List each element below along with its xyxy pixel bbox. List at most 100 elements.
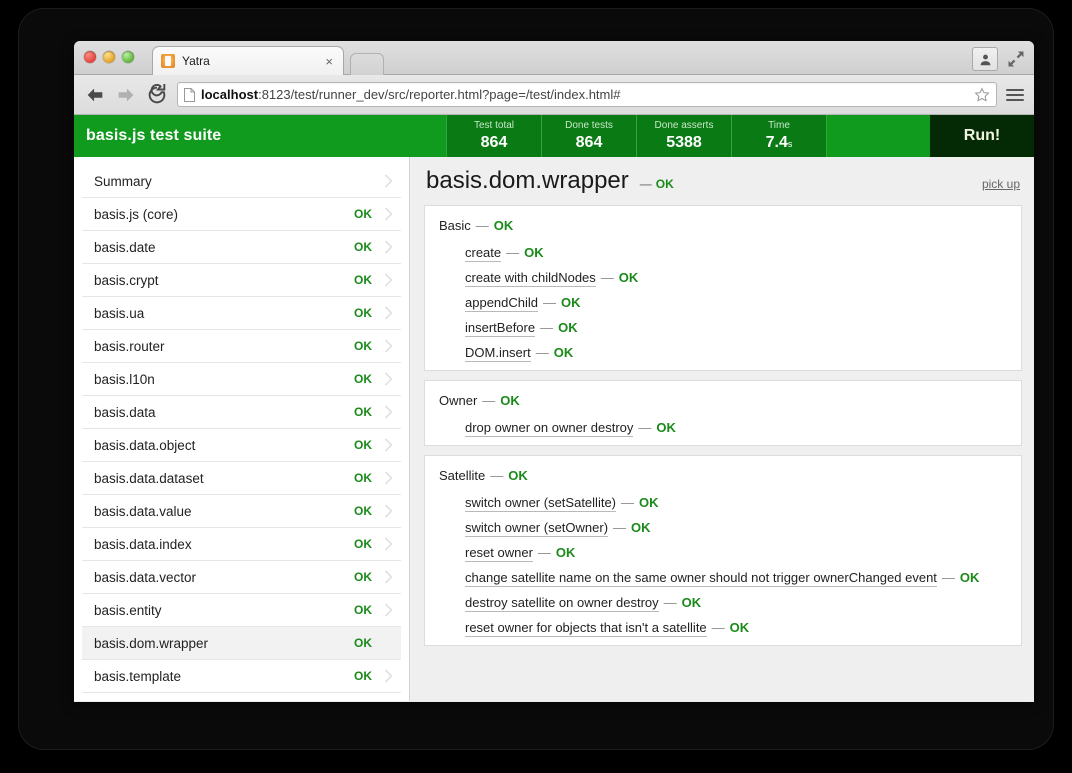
sidebar-item-label: basis.js (core) <box>94 206 179 222</box>
chevron-right-icon <box>384 669 393 683</box>
chevron-right-icon <box>384 306 393 320</box>
sidebar-item-label: basis.entity <box>94 602 162 618</box>
test-case-name[interactable]: create with childNodes <box>465 270 596 287</box>
test-case: reset owner — OK <box>425 535 1021 562</box>
forward-arrow-icon[interactable] <box>115 84 137 106</box>
sidebar-item-basis-date[interactable]: basis.date OK <box>82 231 401 264</box>
test-case-name[interactable]: insertBefore <box>465 320 536 337</box>
test-case-status: OK <box>639 495 659 510</box>
back-arrow-icon[interactable] <box>84 84 106 106</box>
test-case-name[interactable]: DOM.insert <box>465 345 531 362</box>
address-bar[interactable]: localhost:8123/test/runner_dev/src/repor… <box>177 82 997 107</box>
sidebar-item-basis-crypt[interactable]: basis.crypt OK <box>82 264 401 297</box>
sidebar-item-basis-dom-wrapper[interactable]: basis.dom.wrapper OK <box>82 627 401 660</box>
sidebar-item-label: basis.ua <box>94 305 145 321</box>
chevron-right-icon <box>384 537 393 551</box>
browser-tab[interactable]: Yatra × <box>152 46 344 75</box>
chevron-right-icon <box>384 438 393 452</box>
sidebar-item-basis-data-object[interactable]: basis.data.object OK <box>82 429 401 462</box>
suite-name: Satellite <box>439 468 486 483</box>
test-case-name[interactable]: switch owner (setOwner) <box>465 520 609 537</box>
chevron-right-icon <box>384 372 393 386</box>
page-content: basis.js test suite Test total 864 Done … <box>74 115 1034 701</box>
sidebar-item-basis-ua[interactable]: basis.ua OK <box>82 297 401 330</box>
run-button[interactable]: Run! <box>930 115 1034 157</box>
test-case-name[interactable]: reset owner <box>465 545 533 562</box>
test-panel: Basic — OK create — OK create with childNodes —… <box>424 205 1022 371</box>
test-case-name[interactable]: destroy satellite on owner destroy <box>465 595 659 612</box>
test-panel: Satellite — OK switch owner (setSatellite) —… <box>424 455 1022 646</box>
test-case-name[interactable]: create <box>465 245 502 262</box>
chevron-right-icon <box>384 603 393 617</box>
suite-name-row: Basic — OK <box>425 218 1021 235</box>
stats-spacer <box>826 115 930 157</box>
window-controls <box>84 51 134 63</box>
test-case-name[interactable]: appendChild <box>465 295 539 312</box>
sidebar-item-label: basis.l10n <box>94 371 155 387</box>
close-window-button[interactable] <box>84 51 96 63</box>
chevron-right-icon <box>384 504 393 518</box>
sidebar-item-label: basis.crypt <box>94 272 159 288</box>
test-case: reset owner for objects that isn't a sat… <box>425 610 1021 637</box>
sidebar-item-label: Summary <box>94 173 152 189</box>
sidebar-item-basis-data[interactable]: basis.data OK <box>82 396 401 429</box>
url-text: localhost:8123/test/runner_dev/src/repor… <box>201 87 968 102</box>
sidebar-item-label: basis.data.object <box>94 437 196 453</box>
main-title-row: basis.dom.wrapper — OK pick up <box>424 167 1022 205</box>
suite-name: Basic <box>439 218 471 233</box>
minimize-window-button[interactable] <box>103 51 115 63</box>
sidebar-item-status: OK <box>354 669 372 683</box>
close-icon[interactable]: × <box>323 55 335 68</box>
test-panels: Basic — OK create — OK create with childNodes —… <box>424 205 1022 646</box>
test-case-status: OK <box>959 570 980 585</box>
sidebar-item-summary[interactable]: Summary <box>82 165 401 198</box>
sidebar-item-basis-router[interactable]: basis.router OK <box>82 330 401 363</box>
dash: — <box>543 295 557 310</box>
sidebar-item-basis-data-value[interactable]: basis.data.value OK <box>82 495 401 528</box>
sidebar-item-status: OK <box>354 471 372 485</box>
sidebar-item-basis-data-vector[interactable]: basis.data.vector OK <box>82 561 401 594</box>
star-icon[interactable] <box>974 86 990 103</box>
chevron-right-icon <box>384 339 393 353</box>
sidebar-item-basis-js-core-[interactable]: basis.js (core) OK <box>82 198 401 231</box>
fullscreen-icon[interactable] <box>1006 49 1026 69</box>
reload-icon[interactable] <box>146 83 168 106</box>
sidebar-item-label: basis.data.dataset <box>94 470 204 486</box>
sidebar-item-basis-template[interactable]: basis.template OK <box>82 660 401 693</box>
stat-value: 864 <box>480 134 508 151</box>
test-case: switch owner (setSatellite) — OK <box>425 485 1021 512</box>
dash: — <box>490 468 504 483</box>
zoom-window-button[interactable] <box>122 51 134 63</box>
test-case-status: OK <box>631 520 651 535</box>
stat-done-asserts: Done asserts 5388 <box>636 115 731 157</box>
test-case: insertBefore — OK <box>425 310 1021 337</box>
sidebar-item-basis-data-index[interactable]: basis.data.index OK <box>82 528 401 561</box>
new-tab-button[interactable] <box>350 53 384 75</box>
dash: — <box>613 520 627 535</box>
profile-button[interactable] <box>972 47 998 71</box>
chevron-right-icon <box>384 405 393 419</box>
sidebar-item-basis-entity[interactable]: basis.entity OK <box>82 594 401 627</box>
pick-up-link[interactable]: pick up <box>982 177 1020 191</box>
test-case-name[interactable]: switch owner (setSatellite) <box>465 495 616 512</box>
test-case-status: OK <box>729 620 750 635</box>
sidebar-item-status: OK <box>354 240 372 254</box>
test-case: switch owner (setOwner) — OK <box>425 510 1021 537</box>
test-case: appendChild — OK <box>425 285 1021 312</box>
sidebar-item-label: basis.template <box>94 668 182 684</box>
suite-title-status: — OK <box>636 177 674 191</box>
test-case-name[interactable]: reset owner for objects that isn't a sat… <box>465 620 707 637</box>
browser-toolbar: localhost:8123/test/runner_dev/src/repor… <box>74 75 1034 115</box>
test-case-status: OK <box>555 545 576 560</box>
sidebar-item-label: basis.date <box>94 239 156 255</box>
device-bezel: Yatra × localhost:8123/test/runner_dev/s… <box>18 8 1054 750</box>
stat-label: Test total <box>473 120 515 131</box>
chevron-right-icon <box>384 207 393 221</box>
test-case-name[interactable]: drop owner on owner destroy <box>465 420 634 437</box>
sidebar-item-basis-data-dataset[interactable]: basis.data.dataset OK <box>82 462 401 495</box>
test-panel: Owner — OK drop owner on owner destroy — OK <box>424 380 1022 446</box>
sidebar-item-basis-l10n[interactable]: basis.l10n OK <box>82 363 401 396</box>
test-case-status: OK <box>681 595 702 610</box>
test-case-name[interactable]: change satellite name on the same owner … <box>465 570 937 587</box>
hamburger-menu-icon[interactable] <box>1006 84 1024 106</box>
